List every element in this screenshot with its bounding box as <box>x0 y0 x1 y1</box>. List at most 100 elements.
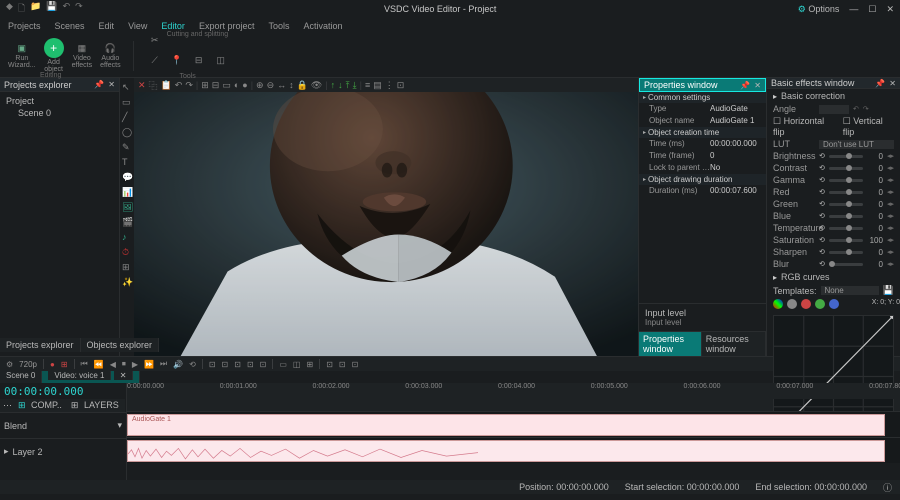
audio-clip[interactable]: AudioGate 1 <box>127 414 885 436</box>
pt-paste-icon[interactable]: 📋 <box>161 80 172 91</box>
pt-align1-icon[interactable]: ≡ <box>365 80 370 90</box>
panel-close-icon[interactable]: ✕ <box>108 80 115 89</box>
tl-rec-icon[interactable]: ● <box>50 360 55 369</box>
menu-edit[interactable]: Edit <box>99 21 115 31</box>
slider-reset-icon[interactable]: ⟲ <box>819 176 825 184</box>
angle-input[interactable] <box>819 105 849 114</box>
tool-rect-icon[interactable]: ▭ <box>122 97 132 107</box>
slider-reset-icon[interactable]: ⟲ <box>819 212 825 220</box>
add-object-button[interactable]: + Add object <box>44 38 64 73</box>
flip-h-checkbox[interactable]: ☐ Horizontal flip <box>773 116 835 137</box>
timeline-ruler[interactable]: 0:00:00.0000:00:01.0000:00:02.0000:00:03… <box>127 383 900 399</box>
slider-reset-icon[interactable]: ⟲ <box>819 152 825 160</box>
tl-e-icon[interactable]: ⊡ <box>260 360 267 369</box>
pt-copy-icon[interactable]: ⿻ <box>149 79 158 92</box>
tl-layout2-icon[interactable]: ◫ <box>293 360 301 369</box>
menu-view[interactable]: View <box>128 21 147 31</box>
slider-track[interactable] <box>829 191 863 194</box>
template-dropdown[interactable]: None <box>821 286 879 295</box>
track-2[interactable] <box>127 437 900 463</box>
slider-arrows-icon[interactable]: ◂▸ <box>887 164 894 172</box>
tl-vol-icon[interactable]: 🔊 <box>173 360 183 369</box>
curve-blue-icon[interactable] <box>829 299 839 309</box>
tl-settings-icon[interactable]: ⚙ <box>6 360 13 369</box>
pt-box-icon[interactable]: ▭ <box>222 80 231 91</box>
tool-razor-icon[interactable]: ⟋ <box>146 51 164 69</box>
resolution-dropdown[interactable]: 720p <box>19 360 37 369</box>
tb-redo-icon[interactable]: ↷ <box>75 1 83 17</box>
pt-circle-icon[interactable]: ● <box>242 80 247 90</box>
tool-crop-icon[interactable]: ◫ <box>212 51 230 69</box>
pt-zoomin-icon[interactable]: ⊕ <box>256 80 264 91</box>
tool-tooltip-icon[interactable]: 💬 <box>122 172 132 182</box>
audio-waveform-clip[interactable] <box>127 440 885 462</box>
tab-projects-explorer[interactable]: Projects explorer <box>0 338 81 352</box>
tool-split-icon[interactable]: ⊟ <box>190 51 208 69</box>
audio-effects-button[interactable]: 🎧 Audio effects <box>100 43 121 69</box>
tl-stop-icon[interactable]: ⏹ <box>122 359 126 369</box>
menu-projects[interactable]: Projects <box>8 21 41 31</box>
prop-pin-icon[interactable]: 📌 <box>740 81 750 90</box>
slider-reset-icon[interactable]: ⟲ <box>819 236 825 244</box>
video-effects-button[interactable]: ▦ Video effects <box>72 43 93 69</box>
slider-track[interactable] <box>829 263 863 266</box>
slider-reset-icon[interactable]: ⟲ <box>819 200 825 208</box>
menu-export[interactable]: Export project <box>199 21 255 31</box>
preview-canvas[interactable] <box>134 92 638 356</box>
panel-pin-icon[interactable]: 📌 <box>94 80 104 89</box>
tl-last-icon[interactable]: ⏭ <box>160 359 167 369</box>
options-link[interactable]: ⚙ Options <box>798 4 840 15</box>
lut-dropdown[interactable]: Don't use LUT <box>819 140 894 149</box>
tl-d-icon[interactable]: ⊡ <box>247 360 254 369</box>
pt-down-icon[interactable]: ↓ <box>338 80 343 90</box>
pt-redo-icon[interactable]: ↷ <box>185 80 193 91</box>
slider-arrows-icon[interactable]: ◂▸ <box>887 260 894 268</box>
menu-editor[interactable]: Editor <box>161 21 185 31</box>
slider-track[interactable] <box>829 203 863 206</box>
tb-open-icon[interactable]: 📁 <box>30 1 41 17</box>
tab-properties[interactable]: Properties window <box>639 332 702 356</box>
tool-counter-icon[interactable]: ⏱ <box>122 247 132 257</box>
tl-c-icon[interactable]: ⊡ <box>234 360 241 369</box>
tl-tab-video[interactable]: Video: voice 1 ✕ <box>42 371 140 383</box>
track-header-layer2[interactable]: ▸Layer 2 <box>0 438 126 464</box>
curve-luma-icon[interactable] <box>787 299 797 309</box>
tool-text-icon[interactable]: T <box>122 157 132 167</box>
slider-arrows-icon[interactable]: ◂▸ <box>887 188 894 196</box>
eff-pin-icon[interactable]: 📌 <box>875 79 885 88</box>
tl-snap-icon[interactable]: ⊞ <box>61 360 68 369</box>
slider-reset-icon[interactable]: ⟲ <box>819 224 825 232</box>
pt-grid-icon[interactable]: ⊞ <box>201 80 209 91</box>
tool-chart-icon[interactable]: 📊 <box>122 187 132 197</box>
pt-align2-icon[interactable]: ▤ <box>373 80 382 91</box>
pt-bottom-icon[interactable]: ⤓ <box>353 80 357 91</box>
pt-del-icon[interactable]: ✕ <box>138 80 146 91</box>
minimize-icon[interactable]: — <box>849 4 858 15</box>
slider-arrows-icon[interactable]: ◂▸ <box>887 200 894 208</box>
eff-close-icon[interactable]: ✕ <box>889 79 896 88</box>
tl-layout3-icon[interactable]: ⊞ <box>306 360 313 369</box>
tool-marker-icon[interactable]: 📍 <box>168 51 186 69</box>
tl-g-icon[interactable]: ⊡ <box>339 360 346 369</box>
menu-scenes[interactable]: Scenes <box>55 21 85 31</box>
tl-tab-comp[interactable]: ⊞ COMP.. <box>15 399 68 412</box>
rgb-curves-header[interactable]: ▸ RGB curves <box>767 270 900 284</box>
tl-tab-layers[interactable]: ⊞ LAYERS <box>68 399 125 412</box>
tl-a-icon[interactable]: ⊡ <box>209 360 216 369</box>
maximize-icon[interactable]: ☐ <box>868 4 876 15</box>
close-icon[interactable]: ✕ <box>886 4 894 15</box>
group-creation[interactable]: Object creation time <box>639 127 766 138</box>
slider-track[interactable] <box>829 215 863 218</box>
group-drawing[interactable]: Object drawing duration <box>639 174 766 185</box>
curve-rgb-icon[interactable] <box>773 299 783 309</box>
flip-v-checkbox[interactable]: ☐ Vertical flip <box>843 116 894 137</box>
tb-new-icon[interactable]: 🗋 <box>18 1 25 17</box>
curve-green-icon[interactable] <box>815 299 825 309</box>
tool-ellipse-icon[interactable]: ◯ <box>122 127 132 137</box>
pt-lock-icon[interactable]: 🔒 <box>297 80 308 91</box>
tb-undo-icon[interactable]: ↶ <box>63 1 71 17</box>
slider-arrows-icon[interactable]: ◂▸ <box>887 224 894 232</box>
tool-pointer-icon[interactable]: ↖ <box>122 82 132 92</box>
tl-f-icon[interactable]: ⊡ <box>326 360 333 369</box>
tl-b-icon[interactable]: ⊡ <box>222 360 229 369</box>
